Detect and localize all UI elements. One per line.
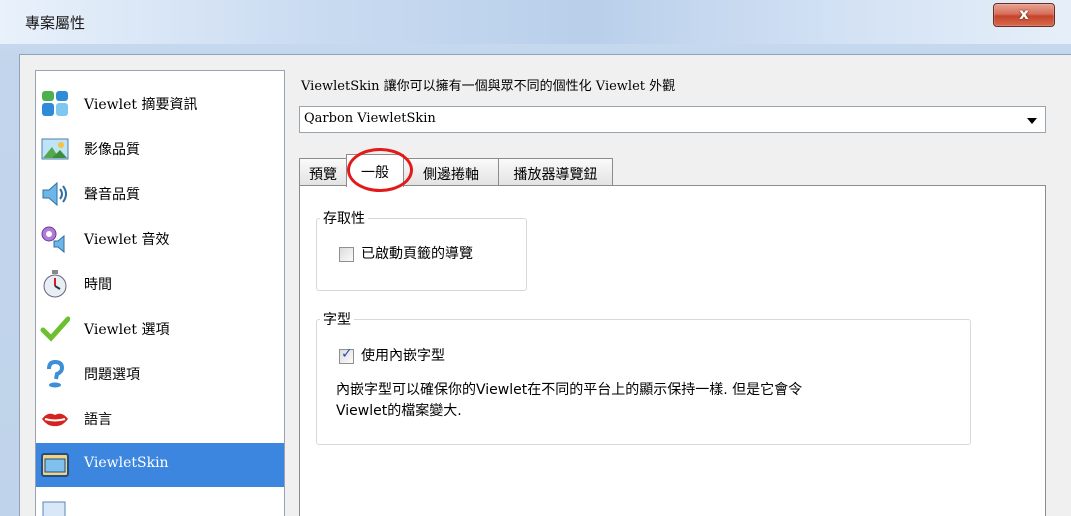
tab-side-scroll[interactable]: 側邊捲軸: [403, 158, 499, 186]
sound-quality-icon: [42, 181, 67, 207]
sidebar-item-sound-quality[interactable]: 聲音品質: [36, 172, 284, 216]
sidebar-item-sound-effects[interactable]: Viewlet 音效: [36, 217, 284, 261]
tab-preview[interactable]: 預覽: [299, 158, 347, 186]
checkmark-icon: [40, 316, 70, 342]
sidebar-item-partial[interactable]: [36, 488, 284, 516]
sidebar-item-label: 語言: [84, 412, 112, 428]
font-group-title: 字型: [320, 309, 354, 329]
description-line: 內嵌字型可以確保你的Viewlet在不同的平台上的顯示保持一樣. 但是它會令: [336, 382, 803, 398]
project-properties-window: 專案屬性 x Viewlet 摘要資訊 影像品質 聲音品質 Viewlet 音效…: [0, 0, 1071, 516]
tab-player-nav-buttons[interactable]: 播放器導覽鈕: [498, 158, 613, 186]
sidebar-item-label: Viewlet 選項: [84, 322, 170, 338]
summary-info-icon: [42, 91, 68, 116]
lips-icon: [42, 413, 68, 427]
close-icon: x: [1019, 5, 1029, 23]
sidebar-item-label: 問題選項: [84, 367, 140, 383]
description-line: Viewlet的檔案變大.: [336, 403, 462, 419]
sidebar-item-label: 影像品質: [84, 142, 140, 158]
tab-label: 預覽: [309, 167, 337, 183]
sidebar-item-image-quality[interactable]: 影像品質: [36, 127, 284, 171]
dialog-client: Viewlet 摘要資訊 影像品質 聲音品質 Viewlet 音效 時間 Vie…: [19, 54, 1071, 516]
sidebar-item-label: ViewletSkin: [84, 455, 169, 471]
tab-label: 播放器導覽鈕: [513, 167, 598, 183]
checkmark-icon: ✓: [341, 346, 353, 362]
skin-select[interactable]: Qarbon ViewletSkin: [299, 106, 1046, 133]
close-button[interactable]: x: [993, 3, 1055, 27]
tab-navigation-checkbox-label[interactable]: 已啟動頁籤的導覽: [361, 243, 473, 263]
sidebar-item-time[interactable]: 時間: [36, 262, 284, 306]
accessibility-group-title: 存取性: [320, 208, 368, 228]
image-quality-icon: [41, 138, 69, 160]
embedded-font-checkbox[interactable]: ✓: [339, 346, 354, 364]
skin-intro-text: ViewletSkin 讓你可以擁有一個與眾不同的個性化 Viewlet 外觀: [301, 79, 676, 94]
annotation-circle: [347, 148, 413, 192]
embedded-font-description: 內嵌字型可以確保你的Viewlet在不同的平台上的顯示保持一樣. 但是它會令 V…: [336, 380, 956, 422]
sidebar-item-label: 時間: [84, 277, 112, 293]
skin-select-value: Qarbon ViewletSkin: [304, 111, 436, 126]
category-list[interactable]: Viewlet 摘要資訊 影像品質 聲音品質 Viewlet 音效 時間 Vie…: [35, 70, 285, 516]
doc-icon: [42, 501, 66, 516]
skin-window-icon: [41, 453, 69, 477]
tab-panel-general: 存取性 已啟動頁籤的導覽 字型 ✓ 使用內嵌字型 內嵌字型可以確保你的Viewl…: [299, 185, 1046, 516]
tab-label: 側邊捲軸: [423, 167, 479, 183]
sidebar-item-language[interactable]: 語言: [36, 397, 284, 441]
sidebar-item-label: Viewlet 音效: [84, 232, 170, 248]
stopwatch-icon: [43, 270, 67, 298]
chevron-down-icon[interactable]: [1027, 118, 1037, 124]
sidebar-item-viewlet-options[interactable]: Viewlet 選項: [36, 307, 284, 351]
sidebar-item-label: 聲音品質: [84, 187, 140, 203]
embedded-font-checkbox-label[interactable]: 使用內嵌字型: [361, 345, 445, 365]
tab-navigation-checkbox[interactable]: [339, 247, 354, 262]
sidebar-item-question-options[interactable]: 問題選項: [36, 352, 284, 396]
sidebar-item-label: Viewlet 摘要資訊: [84, 97, 198, 113]
sound-effects-icon: [41, 226, 65, 254]
question-icon: [47, 359, 65, 388]
sidebar-item-viewletskin[interactable]: ViewletSkin: [36, 443, 284, 487]
sidebar-item-summary[interactable]: Viewlet 摘要資訊: [36, 82, 284, 126]
title-bar[interactable]: 專案屬性 x: [0, 0, 1071, 44]
window-title: 專案屬性: [25, 14, 86, 32]
